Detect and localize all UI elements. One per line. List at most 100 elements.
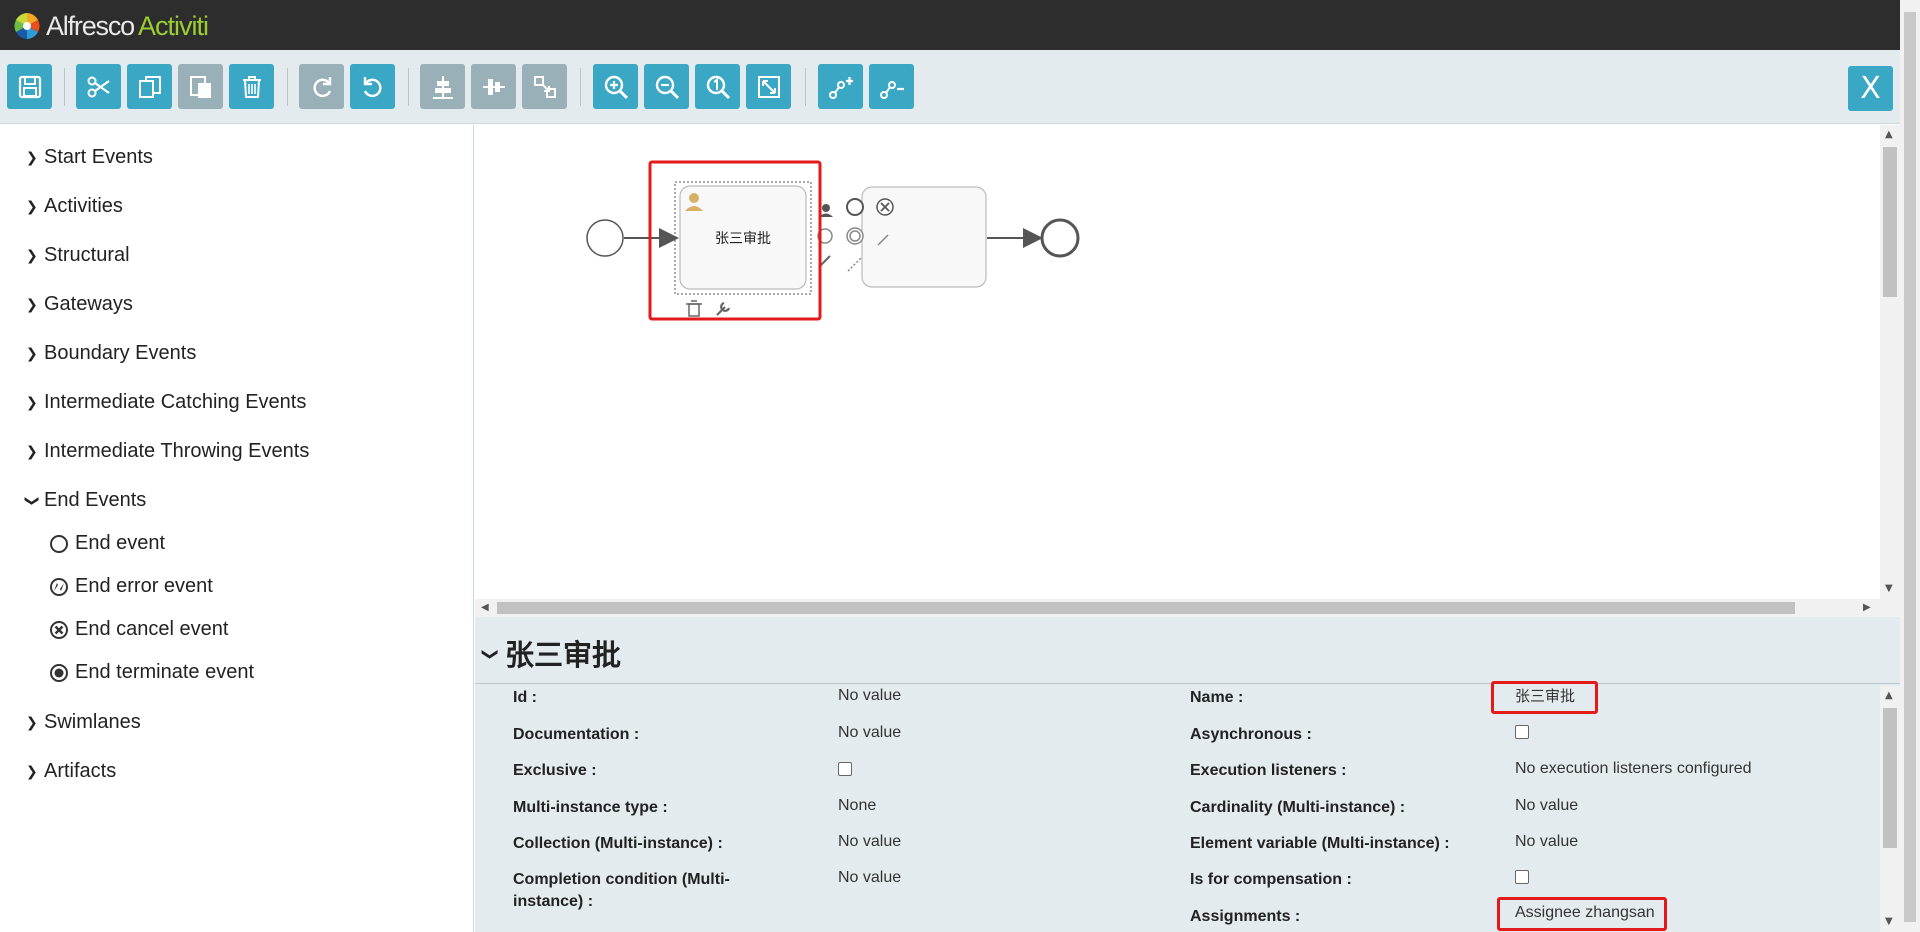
exclusive-checkbox[interactable] (838, 762, 852, 776)
prop-value-execution-listeners[interactable]: No execution listeners configured (1515, 758, 1752, 780)
chevron-right-icon: ❯ (26, 714, 38, 731)
toolbar-separator (580, 68, 581, 106)
highlight-box (1491, 681, 1598, 714)
close-editor-button[interactable]: X (1848, 66, 1893, 111)
properties-header[interactable]: ❯ 张三审批 (482, 632, 622, 674)
chevron-right-icon: ❯ (26, 345, 38, 362)
prop-value-multi-instance-type[interactable]: None (838, 795, 876, 817)
prop-value-element-variable[interactable]: No value (1515, 831, 1578, 853)
scroll-up-arrow[interactable]: ▲ (1885, 690, 1893, 701)
trash-icon[interactable] (686, 300, 702, 317)
asynchronous-checkbox[interactable] (1515, 725, 1529, 739)
user-icon[interactable] (822, 204, 830, 212)
copy-button[interactable] (127, 64, 172, 109)
scrollbar-thumb[interactable] (1883, 147, 1897, 297)
palette-group-label: Gateways (44, 293, 133, 315)
start-event-shape[interactable] (586, 219, 624, 257)
zoom-out-button[interactable] (644, 64, 689, 109)
palette-item-end-terminate-event[interactable]: End terminate event (49, 661, 254, 684)
palette-group-swimlanes[interactable]: ❯ Swimlanes (26, 711, 141, 734)
palette-item-label: End terminate event (75, 661, 254, 683)
scroll-up-arrow[interactable]: ▲ (1885, 129, 1893, 140)
canvas-horizontal-scrollbar[interactable]: ◀ ▶ (475, 599, 1900, 617)
zoom-fit-button[interactable] (746, 64, 791, 109)
association-quick-icon[interactable] (847, 256, 863, 272)
toolbar-separator (287, 68, 288, 106)
redo-button[interactable] (299, 64, 344, 109)
same-size-button[interactable] (522, 64, 567, 109)
end-event-quick-icon[interactable] (846, 198, 864, 216)
align-vertical-button[interactable] (471, 64, 516, 109)
remove-bendpoint-icon (879, 80, 904, 99)
scissors-icon (87, 76, 110, 97)
prop-label-is-for-compensation: Is for compensation : (1190, 871, 1352, 888)
zoom-in-button[interactable] (593, 64, 638, 109)
add-bendpoint-icon (828, 76, 853, 99)
palette-group-artifacts[interactable]: ❯ Artifacts (26, 760, 116, 783)
editor-toolbar (0, 50, 1900, 124)
copy-icon (138, 75, 161, 98)
chevron-right-icon: ❯ (26, 394, 38, 411)
page-scrollbar[interactable] (1900, 0, 1920, 932)
delete-button[interactable] (229, 64, 274, 109)
palette-group-boundary-events[interactable]: ❯ Boundary Events (26, 342, 196, 365)
prop-value-cardinality[interactable]: No value (1515, 795, 1578, 817)
save-icon (18, 75, 41, 98)
palette-group-gateways[interactable]: ❯ Gateways (26, 293, 133, 316)
end-cancel-event-icon (50, 620, 68, 639)
compensation-checkbox[interactable] (1515, 870, 1529, 884)
palette-item-end-cancel-event[interactable]: End cancel event (49, 618, 228, 641)
prop-value-documentation[interactable]: No value (838, 722, 901, 744)
scrollbar-thumb[interactable] (1883, 708, 1897, 848)
prop-label-element-variable: Element variable (Multi-instance) : (1190, 835, 1450, 852)
prop-label-multi-instance-type: Multi-instance type : (513, 799, 668, 816)
remove-bendpoint-button[interactable] (869, 64, 914, 109)
add-bendpoint-button[interactable] (818, 64, 863, 109)
prop-value-completion-condition[interactable]: No value (838, 867, 901, 889)
undo-button[interactable] (350, 64, 395, 109)
cut-button[interactable] (76, 64, 121, 109)
palette-group-label: End Events (44, 489, 147, 511)
scroll-right-arrow[interactable]: ▶ (1863, 602, 1871, 613)
prop-label-assignments: Assignments : (1190, 908, 1301, 925)
same-size-icon (533, 75, 556, 98)
wrench-icon[interactable] (716, 301, 731, 316)
chevron-right-icon: ❯ (26, 247, 38, 264)
palette-item-end-error-event[interactable]: End error event (49, 575, 213, 598)
scroll-down-arrow[interactable]: ▼ (1885, 583, 1893, 594)
zoom-out-icon (655, 75, 679, 99)
properties-vertical-scrollbar[interactable]: ▲ ▼ (1880, 686, 1900, 932)
prop-label-cardinality: Cardinality (Multi-instance) : (1190, 799, 1406, 816)
prop-label-documentation: Documentation : (513, 726, 640, 743)
palette-group-activities[interactable]: ❯ Activities (26, 195, 123, 218)
palette-group-label: Activities (44, 195, 123, 217)
scroll-down-arrow[interactable]: ▼ (1885, 916, 1893, 927)
palette-group-label: Swimlanes (44, 711, 141, 733)
bpmn-canvas[interactable]: 张三审批 (475, 125, 1880, 599)
palette-group-end-events[interactable]: ❯ End Events (24, 489, 147, 512)
prop-label-completion-condition: Completion condition (Multi-instance) : (513, 871, 730, 910)
paste-button[interactable] (178, 64, 223, 109)
chevron-right-icon: ❯ (26, 149, 38, 166)
zoom-in-icon (604, 75, 628, 99)
bpmn-diagram (586, 160, 1080, 321)
palette-group-start-events[interactable]: ❯ Start Events (26, 146, 153, 169)
prop-value-id[interactable]: No value (838, 685, 901, 707)
zoom-actual-button[interactable] (695, 64, 740, 109)
prop-value-collection[interactable]: No value (838, 831, 901, 853)
prop-label-execution-listeners: Execution listeners : (1190, 762, 1347, 779)
alfresco-activiti-logo: Alfresco Activiti (12, 10, 209, 42)
prop-label-asynchronous: Asynchronous : (1190, 726, 1312, 743)
align-horizontal-button[interactable] (420, 64, 465, 109)
palette-item-end-event[interactable]: End event (49, 532, 165, 555)
scrollbar-thumb[interactable] (1904, 12, 1916, 922)
palette-group-intermediate-throwing-events[interactable]: ❯ Intermediate Throwing Events (26, 440, 309, 463)
palette-group-structural[interactable]: ❯ Structural (26, 244, 130, 267)
save-button[interactable] (7, 64, 52, 109)
scroll-left-arrow[interactable]: ◀ (481, 602, 489, 613)
align-vertical-icon (482, 78, 505, 95)
end-event-shape[interactable] (1040, 218, 1080, 258)
canvas-vertical-scrollbar[interactable]: ▲ ▼ (1880, 125, 1900, 599)
scrollbar-thumb[interactable] (497, 602, 1795, 614)
palette-group-intermediate-catching-events[interactable]: ❯ Intermediate Catching Events (26, 391, 306, 414)
